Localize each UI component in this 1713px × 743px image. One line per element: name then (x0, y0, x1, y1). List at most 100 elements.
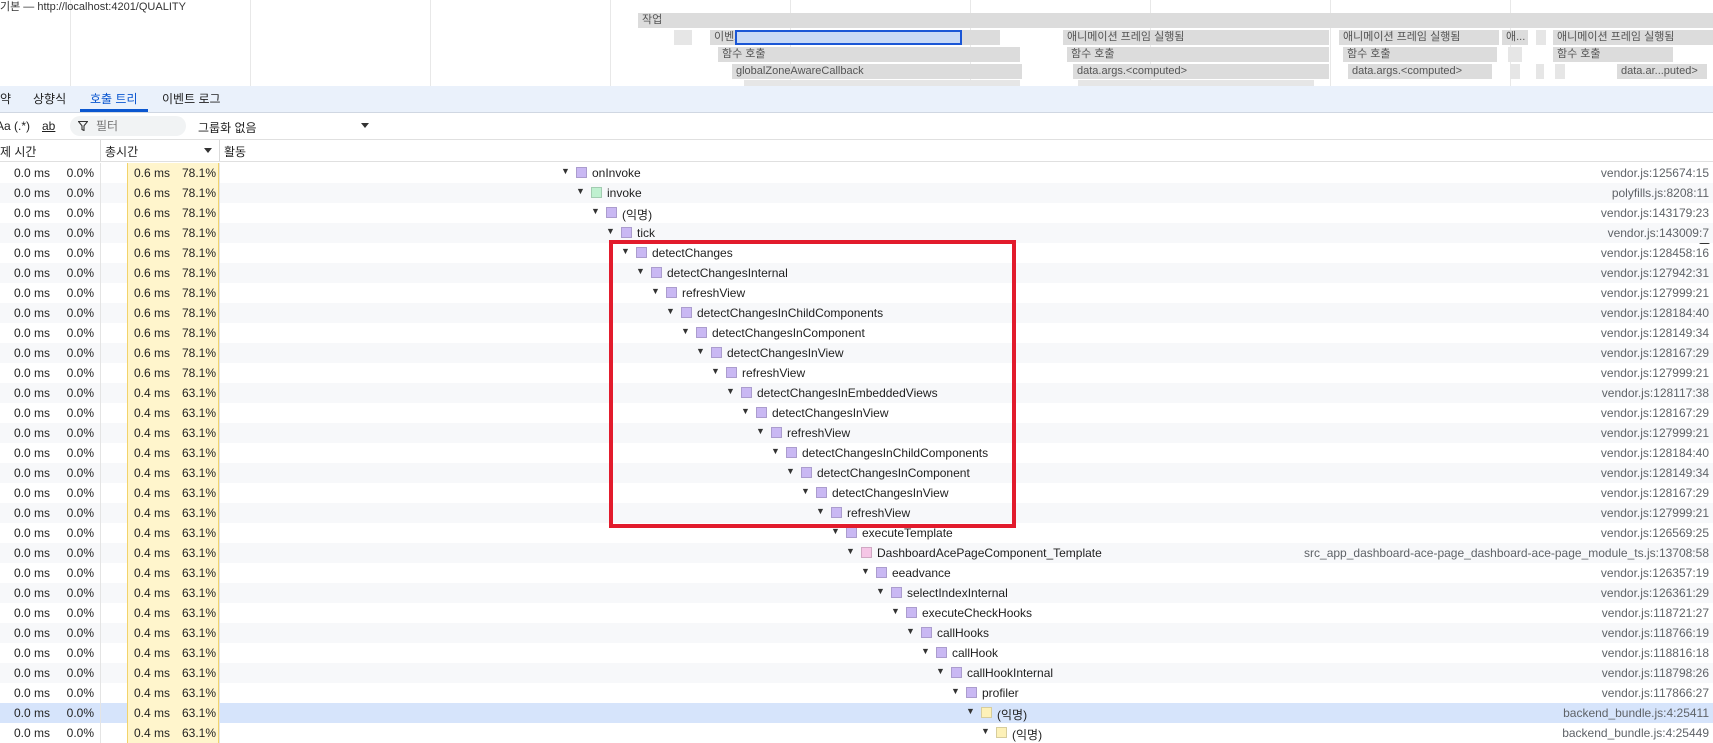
function-name[interactable]: selectIndexInternal (907, 586, 1008, 600)
flame-block[interactable] (674, 30, 692, 45)
whole-word-button[interactable]: ab (42, 119, 55, 133)
expand-arrow-icon[interactable]: ▼ (906, 626, 915, 636)
flame-block-animation-frame[interactable]: 애... (1502, 30, 1528, 45)
expand-arrow-icon[interactable]: ▼ (981, 726, 990, 736)
function-name[interactable]: callHooks (937, 626, 989, 640)
expand-arrow-icon[interactable]: ▼ (876, 586, 885, 596)
source-link[interactable]: vendor.js:125674:15 (1601, 166, 1709, 180)
function-name[interactable]: eeadvance (892, 566, 951, 580)
grouping-select[interactable]: 그룹화 없음 (198, 119, 257, 136)
flame-block[interactable] (1555, 64, 1565, 79)
table-row[interactable]: 0.0 ms 0.0% 0.4 ms 63.1% ▼ executeCheckHooks v… (0, 603, 1713, 623)
function-name[interactable]: profiler (982, 686, 1019, 700)
source-link[interactable]: vendor.js:118798:26 (1602, 666, 1709, 680)
filter-input[interactable] (94, 118, 186, 134)
expand-arrow-icon[interactable]: ▼ (561, 166, 570, 176)
filter-box[interactable] (70, 116, 186, 136)
source-link[interactable]: vendor.js:126361:29 (1601, 586, 1709, 600)
table-row[interactable]: 0.0 ms 0.0% 0.4 ms 63.1% ▼ callHookInternal ve… (0, 663, 1713, 683)
source-link[interactable]: polyfills.js:8208:11 (1612, 186, 1709, 200)
function-name[interactable]: executeCheckHooks (922, 606, 1032, 620)
source-link[interactable]: vendor.js:143009:7 (1608, 226, 1709, 240)
table-row[interactable]: 0.0 ms 0.0% 0.4 ms 63.1% ▼ selectIndexInterna… (0, 583, 1713, 603)
source-link[interactable]: vendor.js:128167:29 (1601, 486, 1709, 500)
function-name[interactable]: executeTemplate (862, 526, 953, 540)
function-name[interactable]: (익명) (1012, 726, 1042, 743)
sort-desc-icon[interactable] (204, 148, 212, 154)
expand-arrow-icon[interactable]: ▼ (936, 666, 945, 676)
column-divider[interactable] (219, 140, 220, 161)
flame-chart[interactable]: 기본 — http://localhost:4201/QUALITY 작업 이벤… (0, 0, 1713, 86)
flame-block-function-call[interactable]: 함수 호출 (1343, 47, 1497, 62)
source-link[interactable]: vendor.js:126357:19 (1601, 566, 1709, 580)
flame-block[interactable] (1510, 64, 1520, 79)
flame-block-computed[interactable]: data.ar...puted> (1617, 64, 1707, 79)
source-link[interactable]: vendor.js:128117:38 (1602, 386, 1709, 400)
expand-arrow-icon[interactable]: ▼ (951, 686, 960, 696)
tab-call-tree[interactable]: 호출 트리 (90, 90, 138, 107)
source-link[interactable]: vendor.js:128184:40 (1601, 306, 1709, 320)
flame-block[interactable] (1536, 64, 1544, 79)
function-name[interactable]: onInvoke (592, 166, 641, 180)
tab-summary[interactable]: 약 (0, 90, 11, 107)
expand-arrow-icon[interactable]: ▼ (861, 566, 870, 576)
tab-bottom-up[interactable]: 상향식 (33, 90, 66, 107)
table-row[interactable]: 0.0 ms 0.0% 0.6 ms 78.1% ▼ invoke polyfills.js… (0, 183, 1713, 203)
header-self-time[interactable]: 제 시간 (0, 143, 36, 160)
table-row[interactable]: 0.0 ms 0.0% 0.4 ms 63.1% ▼ (익명) backend_bundle… (0, 703, 1713, 723)
source-link[interactable]: vendor.js:143179:23 (1601, 206, 1709, 220)
expand-arrow-icon[interactable]: ▼ (846, 546, 855, 556)
header-total-time[interactable]: 총시간 (105, 143, 138, 160)
source-link[interactable]: vendor.js:128184:40 (1601, 446, 1709, 460)
function-name[interactable]: tick (637, 226, 655, 240)
flame-block-task[interactable]: 작업 (638, 13, 1713, 28)
source-link[interactable]: vendor.js:127999:21 (1601, 366, 1709, 380)
flame-block-computed[interactable]: data.args.<computed> (1348, 64, 1492, 79)
source-link[interactable]: vendor.js:127942:31 (1601, 266, 1709, 280)
function-name[interactable]: invoke (607, 186, 642, 200)
flame-block[interactable] (1508, 47, 1522, 62)
table-row[interactable]: 0.0 ms 0.0% 0.6 ms 78.1% ▼ (익명) vendor.js:1431… (0, 203, 1713, 223)
flame-block-function-call[interactable]: 함수 호출 (1553, 47, 1673, 62)
expand-arrow-icon[interactable]: ▼ (966, 706, 975, 716)
source-link[interactable]: vendor.js:127999:21 (1601, 426, 1709, 440)
expand-arrow-icon[interactable]: ▼ (576, 186, 585, 196)
source-link[interactable]: src_app_dashboard-ace-page_dashboard-ace… (1304, 546, 1709, 560)
match-case-button[interactable]: Aa (0, 119, 11, 133)
source-link[interactable]: vendor.js:118766:19 (1602, 626, 1709, 640)
tab-event-log[interactable]: 이벤트 로그 (162, 90, 221, 107)
function-name[interactable]: callHookInternal (967, 666, 1053, 680)
source-link[interactable]: backend_bundle.js:4:25449 (1562, 726, 1709, 740)
flame-block-callback[interactable]: globalZoneAwareCallback (732, 64, 1022, 79)
flame-block-animation-frame[interactable]: 애니메이션 프레임 실행됨 (1553, 30, 1713, 45)
column-divider[interactable] (100, 140, 101, 161)
table-row[interactable]: 0.0 ms 0.0% 0.4 ms 63.1% ▼ DashboardAcePageCo… (0, 543, 1713, 563)
function-name[interactable]: (익명) (997, 706, 1027, 723)
flame-block-animation-frame[interactable]: 애니메이션 프레임 실행됨 (1063, 30, 1329, 45)
table-row[interactable]: 0.0 ms 0.0% 0.4 ms 63.1% ▼ callHooks vendor.js… (0, 623, 1713, 643)
source-link[interactable]: backend_bundle.js:4:25411 (1563, 706, 1709, 720)
expand-arrow-icon[interactable]: ▼ (606, 226, 615, 236)
source-link[interactable]: vendor.js:128167:29 (1601, 406, 1709, 420)
source-link[interactable]: vendor.js:126569:25 (1601, 526, 1709, 540)
table-row[interactable]: 0.0 ms 0.0% 0.4 ms 63.1% ▼ profiler vendor.js:… (0, 683, 1713, 703)
source-link[interactable]: vendor.js:128167:29 (1601, 346, 1709, 360)
flame-block-function-call[interactable]: 함수 호출 (1067, 47, 1329, 62)
function-name[interactable]: callHook (952, 646, 998, 660)
source-link[interactable]: vendor.js:118721:27 (1602, 606, 1709, 620)
flame-block-function-call[interactable]: 함수 호출 (718, 47, 1020, 62)
source-link[interactable]: vendor.js:128149:34 (1601, 326, 1709, 340)
flame-block[interactable] (1536, 30, 1546, 45)
table-row[interactable]: 0.0 ms 0.0% 0.4 ms 63.1% ▼ eeadvance vendor.js… (0, 563, 1713, 583)
source-link[interactable]: vendor.js:127999:21 (1601, 286, 1709, 300)
flame-block-animation-frame[interactable]: 애니메이션 프레임 실행됨 (1339, 30, 1499, 45)
table-row[interactable]: 0.0 ms 0.0% 0.4 ms 63.1% ▼ (익명) backend_bundle… (0, 723, 1713, 743)
expand-arrow-icon[interactable]: ▼ (891, 606, 900, 616)
source-link[interactable]: vendor.js:118816:18 (1602, 646, 1709, 660)
expand-arrow-icon[interactable]: ▼ (921, 646, 930, 656)
source-link[interactable]: vendor.js:128458:16 (1601, 246, 1709, 260)
flame-block-computed[interactable]: data.args.<computed> (1073, 64, 1329, 79)
expand-arrow-icon[interactable]: ▼ (591, 206, 600, 216)
header-activity[interactable]: 활동 (224, 143, 246, 160)
source-link[interactable]: vendor.js:128149:34 (1601, 466, 1709, 480)
